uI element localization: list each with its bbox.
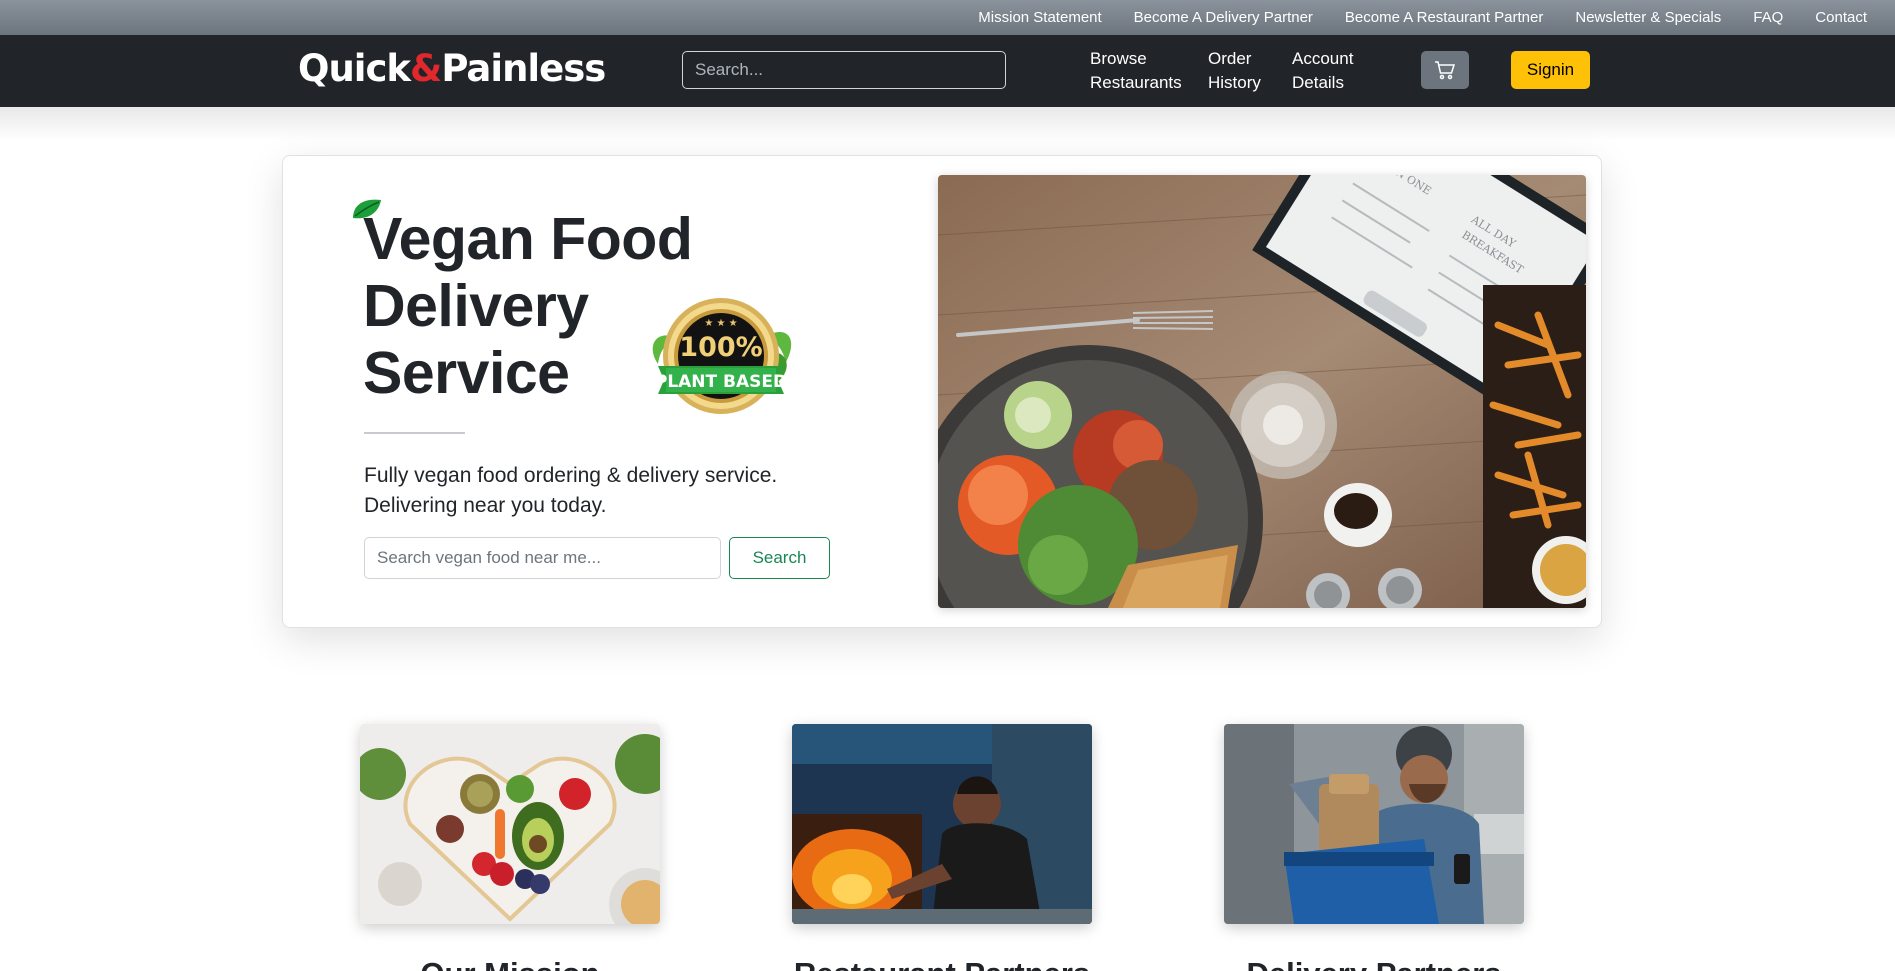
- brand-logo[interactable]: Quick&Painless: [298, 47, 606, 90]
- feature-photo-delivery: [1224, 724, 1524, 924]
- hero-search-button[interactable]: Search: [729, 537, 830, 579]
- feature-title-delivery: Delivery Partners: [1224, 956, 1524, 971]
- cart-button[interactable]: [1421, 51, 1469, 89]
- plant-based-badge: ★ ★ ★ 100% PLANT BASED: [652, 298, 792, 414]
- main-navbar: Quick&Painless Browse Restaurants Order …: [0, 35, 1895, 107]
- hero-divider: [364, 432, 465, 434]
- badge-bottom-text: PLANT BASED: [655, 372, 787, 392]
- hero-search-input[interactable]: [364, 537, 721, 579]
- brand-text-painless: Painless: [441, 47, 606, 90]
- brand-text-quick: Quick: [298, 47, 411, 90]
- svg-text:★ ★ ★: ★ ★ ★: [704, 318, 737, 329]
- navbar-shadow: [0, 107, 1895, 141]
- hero-title: Vegan Food Delivery Service: [363, 206, 693, 407]
- badge-top-text: 100%: [679, 332, 762, 363]
- feature-title-mission: Our Mission: [360, 956, 660, 971]
- feature-title-restaurant: Restaurant Partners: [792, 956, 1092, 971]
- signin-button[interactable]: Signin: [1511, 51, 1590, 89]
- topbar-link-restaurant-partner[interactable]: Become A Restaurant Partner: [1345, 9, 1543, 26]
- feature-card-delivery: Delivery Partners: [1224, 724, 1524, 971]
- hero-title-line1: Vegan Food: [363, 206, 693, 272]
- topbar-link-contact[interactable]: Contact: [1815, 9, 1867, 26]
- nav-link-browse-line1: Browse: [1090, 49, 1147, 68]
- feature-card-mission: Our Mission: [360, 724, 660, 971]
- nav-link-account-details[interactable]: Account Details: [1292, 47, 1392, 95]
- nav-link-account-line1: Account: [1292, 49, 1354, 68]
- cart-icon: [1435, 61, 1456, 80]
- hero-food-photo: ALL IN ONE ALL DAY BREAKFAST: [938, 175, 1586, 608]
- top-utility-bar: Mission Statement Become A Delivery Part…: [0, 0, 1895, 35]
- hero-card: Vegan Food Delivery Service ★ ★ ★ 100% P…: [282, 155, 1602, 628]
- feature-photo-restaurant: [792, 724, 1092, 924]
- hero-title-line2: Delivery: [363, 273, 589, 339]
- hero-title-line3: Service: [363, 340, 570, 406]
- topbar-link-delivery-partner[interactable]: Become A Delivery Partner: [1134, 9, 1313, 26]
- topbar-link-mission[interactable]: Mission Statement: [978, 9, 1101, 26]
- hero-subtitle: Fully vegan food ordering & delivery ser…: [364, 461, 777, 521]
- nav-link-browse-restaurants[interactable]: Browse Restaurants: [1090, 47, 1190, 95]
- topbar-link-faq[interactable]: FAQ: [1753, 9, 1783, 26]
- navbar-search-input[interactable]: [682, 51, 1006, 89]
- nav-link-account-line2: Details: [1292, 73, 1344, 92]
- brand-text-amp: &: [410, 47, 442, 90]
- hero-subtitle-line1: Fully vegan food ordering & delivery ser…: [364, 464, 778, 487]
- feature-card-restaurant: Restaurant Partners: [792, 724, 1092, 971]
- topbar-link-newsletter[interactable]: Newsletter & Specials: [1575, 9, 1721, 26]
- feature-photo-mission: [360, 724, 660, 924]
- nav-link-browse-line2: Restaurants: [1090, 73, 1182, 92]
- hero-subtitle-line2: Delivering near you today.: [364, 494, 607, 517]
